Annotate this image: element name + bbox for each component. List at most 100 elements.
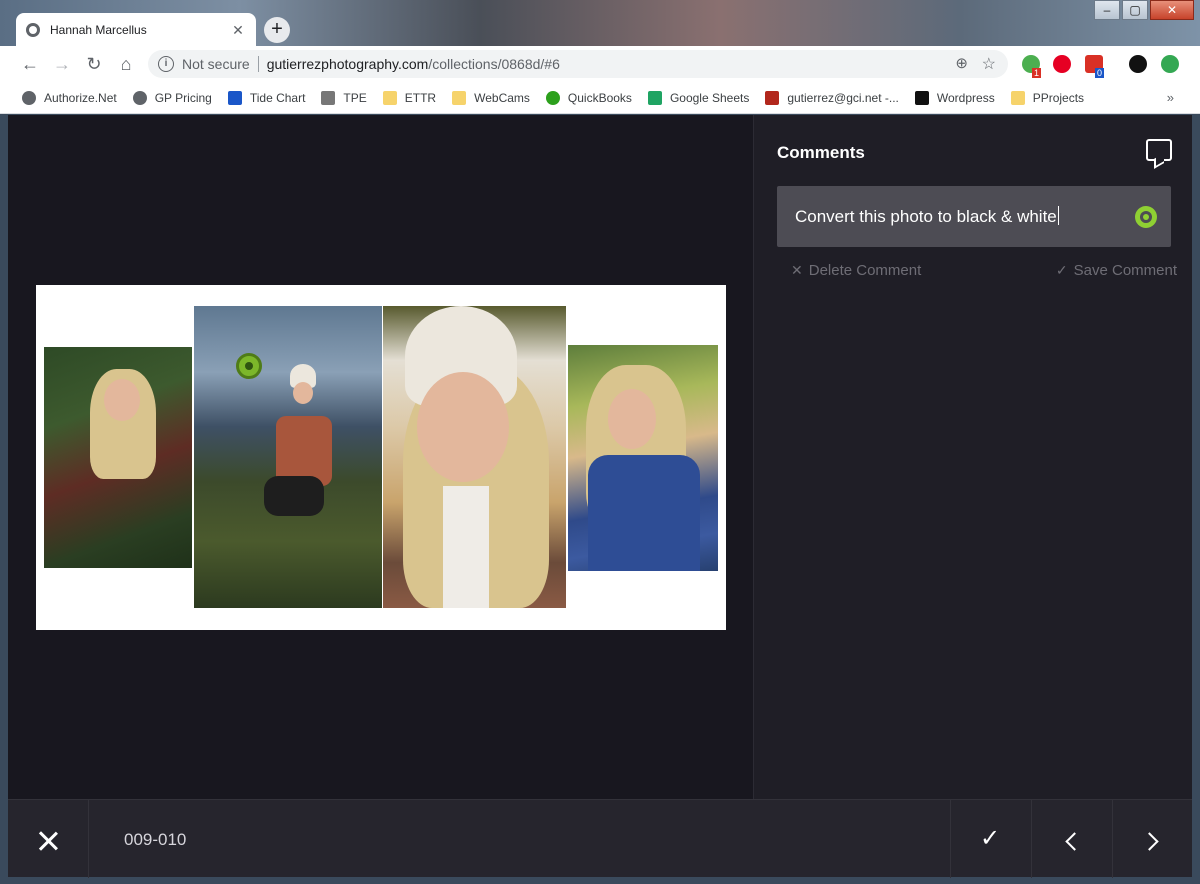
bookmark-item[interactable]: Google Sheets xyxy=(647,90,750,105)
bookmark-label: gutierrez@gci.net -... xyxy=(787,90,899,105)
tpe-icon xyxy=(321,90,336,105)
approve-button[interactable]: ✓ xyxy=(950,800,1030,878)
bookmark-item[interactable]: ETTR xyxy=(382,90,437,105)
globe-icon xyxy=(132,90,147,105)
comments-panel: Comments Convert this photo to black & w… xyxy=(753,115,1192,799)
proofing-app: Comments Convert this photo to black & w… xyxy=(8,115,1192,878)
bookmarks-bar: Authorize.Net GP Pricing Tide Chart TPE … xyxy=(0,82,1200,114)
info-icon[interactable]: i xyxy=(158,56,174,72)
maximize-button[interactable]: ▢ xyxy=(1122,0,1148,20)
comment-text-value: Convert this photo to black & white xyxy=(795,207,1057,226)
g-icon xyxy=(765,90,780,105)
bookmark-item[interactable]: Tide Chart xyxy=(227,90,306,105)
bookmark-label: ETTR xyxy=(404,90,437,105)
bookmark-item[interactable]: WebCams xyxy=(452,90,530,105)
extension-signature-icon[interactable] xyxy=(1129,55,1147,73)
forward-icon[interactable]: → xyxy=(46,48,78,80)
photo-viewer xyxy=(8,115,753,799)
spread-label: 009-010 xyxy=(124,830,187,849)
close-icon xyxy=(38,831,58,851)
comment-marker-icon xyxy=(1135,206,1157,228)
bookmark-item[interactable]: QuickBooks xyxy=(545,90,632,105)
bookmark-label: Wordpress xyxy=(936,90,995,105)
bookmark-label: QuickBooks xyxy=(567,90,632,105)
delete-comment-button[interactable]: ✕ Delete Comment xyxy=(791,262,921,279)
browser-tab[interactable]: Hannah Marcellus ✕ xyxy=(16,13,256,47)
photo-subject-face xyxy=(104,379,140,421)
quickbooks-icon xyxy=(545,90,560,105)
photo-subject-face xyxy=(417,372,509,482)
album-spread[interactable] xyxy=(36,285,726,630)
bookmark-item[interactable]: Wordpress xyxy=(914,90,995,105)
chevron-left-icon xyxy=(1064,832,1084,851)
tab-title: Hannah Marcellus xyxy=(50,23,147,37)
photo-1 xyxy=(44,347,192,568)
window-titlebar: Hannah Marcellus ✕ + – ▢ ✕ xyxy=(0,0,1200,47)
previous-button[interactable] xyxy=(1031,800,1111,878)
window-close-button[interactable]: ✕ xyxy=(1150,0,1194,20)
window-controls: – ▢ ✕ xyxy=(1092,0,1194,20)
photo-subject-shirt xyxy=(588,455,700,571)
comment-icon[interactable] xyxy=(1146,139,1172,161)
bookmark-label: TPE xyxy=(343,90,367,105)
bottom-bar: 009-010 ✓ xyxy=(8,799,1192,878)
bookmark-label: PProjects xyxy=(1032,90,1085,105)
sheets-icon xyxy=(647,90,662,105)
save-comment-label: Save Comment xyxy=(1073,262,1177,279)
photo-3 xyxy=(383,306,566,608)
divider xyxy=(88,800,89,878)
panel-title: Comments xyxy=(777,143,865,162)
bookmarks-more-icon[interactable]: » xyxy=(1167,90,1174,105)
tab-close-icon[interactable]: ✕ xyxy=(230,22,246,39)
address-bar[interactable]: i Not secure gutierrezphotography.com /c… xyxy=(148,50,1008,78)
update-icon[interactable] xyxy=(1161,55,1179,73)
bookmark-label: WebCams xyxy=(474,90,530,105)
save-comment-button[interactable]: ✓ Save Comment xyxy=(1056,262,1177,279)
text-caret xyxy=(1057,206,1059,225)
extension-badge: 0 xyxy=(1095,68,1105,78)
comment-text[interactable]: Convert this photo to black & white xyxy=(795,206,1059,227)
bookmark-item[interactable]: gutierrez@gci.net -... xyxy=(765,90,899,105)
zoom-icon[interactable]: ⊕ xyxy=(955,54,968,72)
close-icon: ✕ xyxy=(791,262,803,278)
bookmark-item[interactable]: Authorize.Net xyxy=(22,90,117,105)
back-icon[interactable]: ← xyxy=(14,48,46,80)
bookmark-label: Tide Chart xyxy=(249,90,306,105)
comment-marker-pin[interactable] xyxy=(236,353,262,379)
pinterest-icon[interactable] xyxy=(1053,55,1071,73)
home-icon[interactable]: ⌂ xyxy=(110,48,142,80)
chevron-right-icon xyxy=(1139,832,1159,851)
folder-icon xyxy=(452,90,467,105)
extension-badge: 1 xyxy=(1032,68,1042,78)
reload-icon[interactable]: ↻ xyxy=(78,48,110,80)
url-path: /collections/0868d/#6 xyxy=(428,56,560,72)
close-viewer-button[interactable] xyxy=(8,800,88,878)
bookmark-item[interactable]: GP Pricing xyxy=(132,90,212,105)
minimize-button[interactable]: – xyxy=(1094,0,1120,20)
new-tab-button[interactable]: + xyxy=(264,17,290,43)
bookmark-label: Authorize.Net xyxy=(44,90,117,105)
next-button[interactable] xyxy=(1112,800,1192,878)
bookmark-label: GP Pricing xyxy=(154,90,212,105)
photo-subject-shirt xyxy=(443,486,489,608)
folder-icon xyxy=(1010,90,1025,105)
tide-icon xyxy=(227,90,242,105)
browser-toolbar: ← → ↻ ⌂ i Not secure gutierrezphotograph… xyxy=(0,46,1200,82)
check-icon: ✓ xyxy=(979,825,1001,852)
photo-subject-legs xyxy=(264,476,324,516)
bookmark-label: Google Sheets xyxy=(669,90,750,105)
omnibox-divider xyxy=(257,56,259,72)
security-label: Not secure xyxy=(182,56,250,72)
photo-2 xyxy=(194,306,382,608)
bookmark-item[interactable]: PProjects xyxy=(1010,90,1085,105)
globe-icon xyxy=(22,90,36,105)
comment-input[interactable]: Convert this photo to black & white xyxy=(777,186,1171,247)
bookmark-star-icon[interactable]: ☆ xyxy=(982,54,996,74)
photo-subject-face xyxy=(608,389,656,449)
delete-comment-label: Delete Comment xyxy=(808,262,922,279)
photo-4 xyxy=(568,345,718,571)
globe-icon xyxy=(26,23,40,37)
gp-icon xyxy=(914,90,929,105)
bookmark-item[interactable]: TPE xyxy=(321,90,367,105)
check-icon: ✓ xyxy=(1055,262,1068,278)
